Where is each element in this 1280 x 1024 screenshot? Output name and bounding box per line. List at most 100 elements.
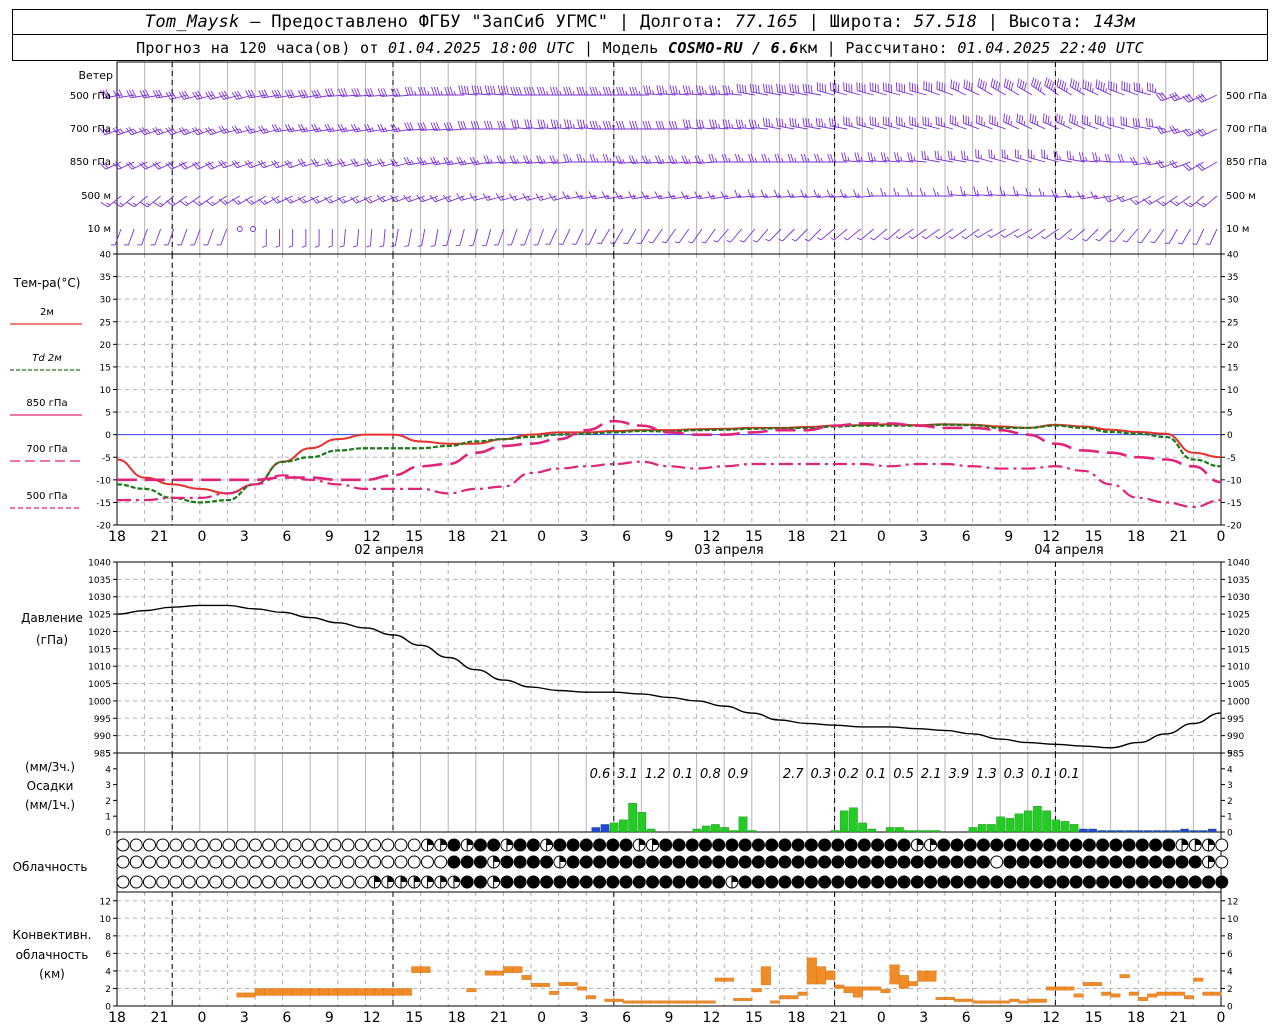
cloud-symbol-clear [156,838,170,852]
cloud-symbol-overcast [1162,855,1176,869]
cloud-symbol-overcast [566,875,580,889]
y-tick-label-left: 0 [105,431,111,441]
wind-barb [558,228,571,245]
cloud-symbol-overcast [698,875,712,889]
cloud-symbol-overcast [1056,875,1070,889]
cloud-symbol-overcast [579,838,593,852]
precip-bar [1143,830,1153,833]
cloud-symbol-overcast [672,855,686,869]
precip-bar [987,824,996,833]
y-tick-label-right: 1020 [1227,628,1250,638]
precip-bar [1023,810,1033,833]
cloud-symbol-overcast [831,855,845,869]
temp-title: Тем-ра(°С) [13,276,81,290]
cloud-symbol-clear [315,838,329,852]
y-tick-label-right: 5 [1227,409,1233,419]
y-tick-label-left: 995 [94,715,111,725]
wind-barb [1195,161,1218,171]
x-tick-label: 18 [108,529,126,545]
wind-barb [1030,77,1046,96]
wind-barb [533,228,544,246]
convective-cloud-bar [834,984,845,989]
wind-barb [455,228,465,247]
cloud-symbol-clear [407,855,421,869]
y-tick-label-right: 1 [1227,813,1233,823]
cloud-symbol-overcast [844,855,858,869]
cloud-symbol-quarter [559,856,566,862]
cloud-symbol-clear [288,838,302,852]
precip-bar [1079,828,1088,833]
y-tick-label-left: 0 [105,829,111,839]
convective-cloud-bar [714,977,725,982]
wind-barb [288,229,294,248]
wind-barb [153,195,175,208]
wind-barb [339,228,346,248]
wind-barb [176,228,188,246]
wind-level-left: 850 гПа [70,157,111,168]
convective-cloud-bar [236,992,247,998]
wind-barb [1164,228,1178,245]
x-tick-label: 6 [622,529,631,545]
convective-cloud-bar [963,998,974,1002]
wind-barb [1056,78,1072,96]
cloud-symbol-quarter [427,839,434,845]
wind-barb [816,82,835,96]
cloud-symbol-quarter [917,839,924,845]
meteogram-chart: 0.6 3.1 1.2 0.1 0.8 0.9 2.7 0.3 0.2 0.1 0.5 2.1 3.9 1… [10,61,1267,1024]
cloud-symbol-overcast [884,838,898,852]
cloud-symbol-overcast [937,855,951,869]
precip-bar [692,828,702,833]
precip-3h-label: 1.2 [645,767,666,782]
wind-barb [1133,82,1152,96]
cloud-symbol-overcast [937,838,951,852]
cloud-symbol-overcast [910,875,924,889]
cloud-symbol-overcast [1162,838,1176,852]
cloud-symbol-overcast [619,838,633,852]
convective-cloud-bar [1119,974,1130,979]
wind-barb [205,195,227,207]
convective-cloud-bar [724,977,735,982]
convective-cloud-bar [705,1000,716,1004]
cloud-symbol-overcast [937,875,951,889]
convective-cloud-bar [1202,991,1213,996]
y-tick-label-left: 4 [105,765,111,775]
cloud-symbol-overcast [791,838,805,852]
convective-cloud-bar [1018,1000,1029,1004]
precip-bar [738,816,748,833]
cloud-symbol-overcast [765,875,779,889]
cloud-symbol-clear [328,838,342,852]
x-tick-label: 3 [580,529,589,545]
wind-barb [216,228,228,246]
y-tick-label-left: 1005 [88,680,111,690]
cloud-symbol-overcast [871,875,885,889]
cloud-symbol-overcast [924,875,938,889]
wind-level-right: 850 гПа [1226,157,1267,168]
cloud-symbol-clear [315,875,329,889]
cloud-symbol-overcast [619,875,633,889]
wind-barb [789,83,808,96]
wind-barb [989,114,1006,130]
cloud-symbol-overcast [1188,875,1202,889]
convective-cloud-bar [622,1000,633,1004]
cloud-symbol-overcast [1109,875,1123,889]
wind-barb [843,82,861,96]
cloud-symbol-clear [182,875,196,889]
cloud-symbol-overcast [804,838,818,852]
y-tick-label-left: 15 [100,363,111,373]
wind-barb [922,116,940,130]
wind-barb [1025,187,1046,197]
convective-cloud-bar [779,995,790,1000]
precip-bar [1134,830,1143,833]
wind-barb [404,228,412,247]
wind-barb [961,150,980,163]
y-tick-label-left: 1035 [88,576,111,586]
day-label: 04 апреля [1034,543,1104,558]
wind-barb [828,117,848,130]
wind-barb [934,150,953,163]
cloud-symbol-overcast [818,855,832,869]
convective-cloud-bar [402,988,413,996]
convective-cloud-bar [576,986,587,991]
wind-barb [363,195,386,204]
wind-barb [507,228,518,246]
wind-barb [947,150,967,163]
